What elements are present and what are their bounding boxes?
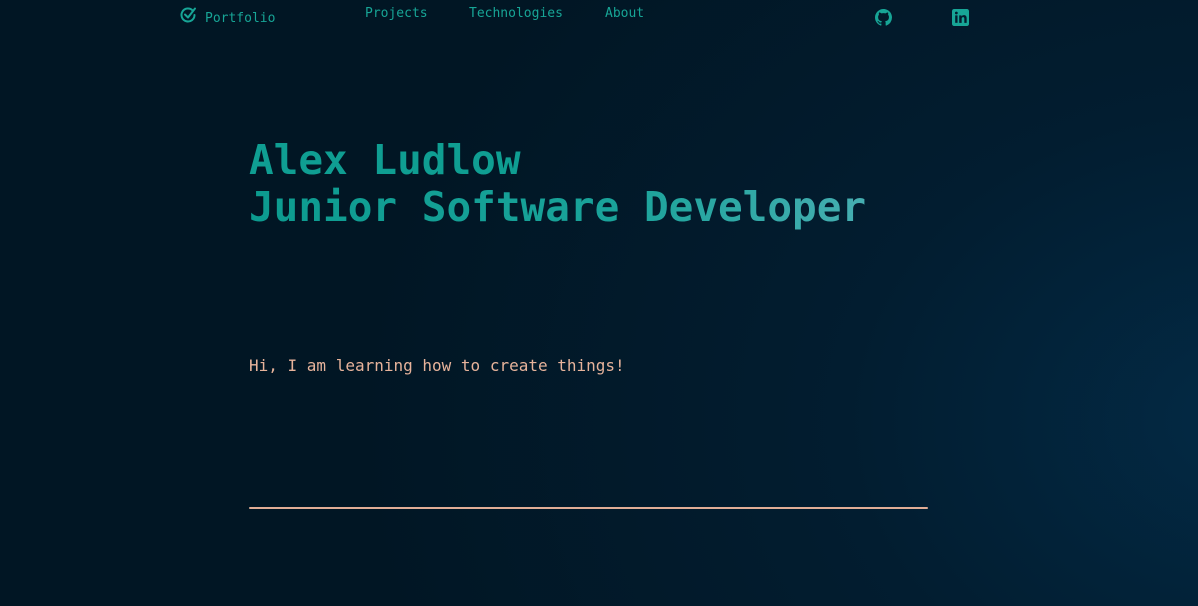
portfolio-logo-link[interactable]: Portfolio [179,4,275,26]
nav-link-projects[interactable]: Projects [365,6,428,21]
nav-link-technologies[interactable]: Technologies [469,6,563,21]
github-link[interactable] [875,9,892,26]
logo-text: Portfolio [205,11,276,26]
github-icon [875,9,892,26]
hero-tagline: Hi, I am learning how to create things! [249,356,625,375]
hero-role: Junior Software Developer [249,183,867,231]
nav-link-about[interactable]: About [605,6,644,21]
hero-title: Alex Ludlow Junior Software Developer [249,137,866,231]
section-divider [249,507,928,509]
linkedin-icon [952,9,969,26]
hero-name: Alex Ludlow [249,136,521,184]
logo-icon [180,7,196,23]
linkedin-link[interactable] [952,9,969,26]
